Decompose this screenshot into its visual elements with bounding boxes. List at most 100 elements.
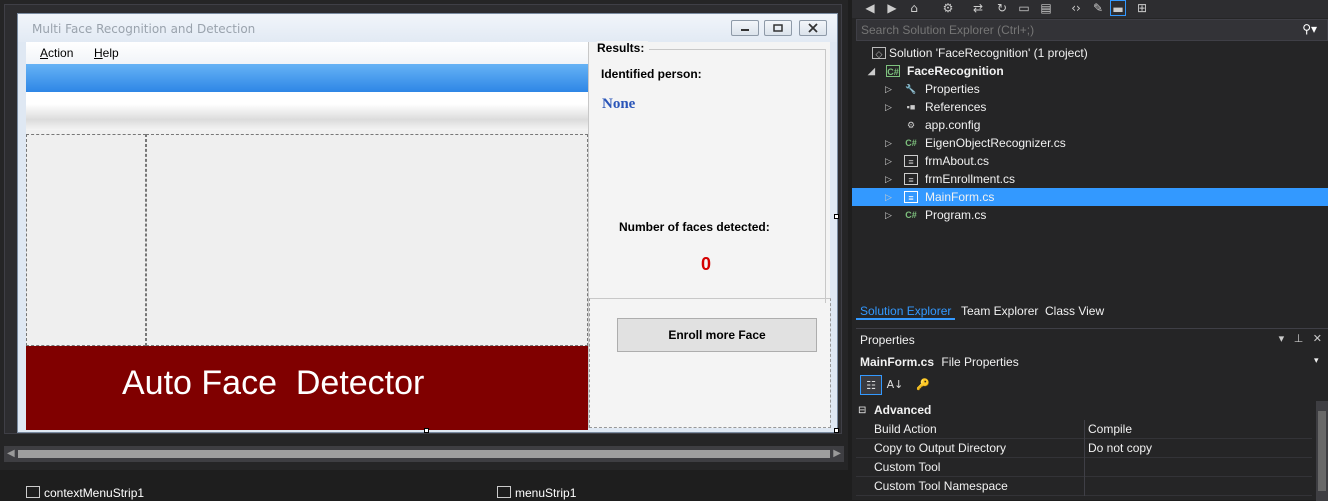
thumbnail-panel[interactable] [26, 134, 146, 346]
search-icon[interactable]: ⚲▾ [1302, 22, 1317, 36]
property-row[interactable]: Custom Tool Namespace [856, 477, 1312, 496]
tree-item-frm-about[interactable]: ▷ ≡ frmAbout.cs [852, 152, 1328, 170]
minimize-button[interactable] [731, 20, 759, 36]
collapsed-arrow-icon[interactable]: ▷ [885, 80, 895, 98]
tab-team-explorer[interactable]: Team Explorer [957, 302, 1042, 320]
form-window[interactable]: Multi Face Recognition and Detection Act… [17, 13, 838, 433]
scrollbar-thumb[interactable] [1318, 411, 1326, 491]
scrollbar-thumb[interactable] [18, 450, 830, 458]
form-file-icon: ≡ [904, 155, 918, 167]
tray-menu-strip[interactable]: menuStrip1 [497, 486, 576, 500]
close-icon[interactable]: ✕ [1313, 332, 1322, 345]
back-icon[interactable]: ◀ [862, 0, 878, 16]
sync-icon[interactable]: ⇄ [970, 0, 986, 16]
header-band [26, 64, 588, 92]
enroll-more-face-button[interactable]: Enroll more Face [617, 318, 817, 352]
collapsed-arrow-icon[interactable]: ▷ [885, 134, 895, 152]
view-code-icon[interactable]: ‹› [1068, 0, 1084, 16]
collapsed-arrow-icon[interactable]: ▷ [885, 170, 895, 188]
property-row[interactable]: Copy to Output Directory Do not copy [856, 439, 1312, 458]
results-groupbox: Results: Identified person: None Number … [588, 41, 831, 428]
resize-handle-right[interactable] [834, 214, 839, 219]
property-row[interactable]: Build Action Compile [856, 420, 1312, 439]
scroll-right-icon[interactable]: ▶ [833, 448, 841, 459]
form-file-icon: ≡ [904, 191, 918, 203]
config-file-icon: ⚙ [906, 120, 916, 130]
csharp-project-icon: C# [886, 65, 900, 77]
expanded-arrow-icon[interactable]: ◢ [868, 62, 878, 80]
categorized-icon[interactable]: ☷ [860, 375, 882, 395]
refresh-icon[interactable]: ↻ [994, 0, 1010, 16]
properties-vertical-scrollbar[interactable] [1316, 401, 1328, 501]
home-icon[interactable]: ⌂ [906, 0, 922, 16]
properties-title: Properties [860, 333, 915, 347]
property-category[interactable]: ⊟ Advanced [856, 401, 1312, 420]
tree-item-app-config[interactable]: ⚙ app.config [852, 116, 1328, 134]
collapse-all-icon[interactable]: ▭ [1016, 0, 1032, 16]
settings-icon[interactable]: ⚙ [940, 0, 956, 16]
alphabetical-icon[interactable]: A↓ [884, 375, 906, 395]
preview-icon[interactable]: ▬ [1110, 0, 1126, 16]
resize-handle-corner[interactable] [834, 428, 839, 433]
forward-icon[interactable]: ▶ [884, 0, 900, 16]
solution-search-input[interactable] [861, 23, 1291, 37]
maximize-button[interactable] [764, 20, 792, 36]
groupbox-border-right [825, 49, 826, 303]
close-icon [808, 23, 818, 33]
restore-icon [773, 24, 783, 32]
tree-item-solution[interactable]: ◇ Solution 'FaceRecognition' (1 project) [852, 44, 1328, 62]
menu-help[interactable]: Help [94, 46, 119, 60]
tree-item-properties[interactable]: ▷ 🔧 Properties [852, 80, 1328, 98]
scroll-left-icon[interactable]: ◀ [7, 448, 15, 459]
pin-icon[interactable]: ⊥ [1294, 332, 1304, 345]
collapsed-arrow-icon[interactable]: ▷ [885, 188, 895, 206]
tool-strip[interactable] [26, 104, 588, 130]
collapse-icon[interactable]: ⊟ [858, 401, 866, 420]
header-spacer [26, 92, 588, 104]
menu-strip-icon [497, 486, 511, 498]
tree-item-project[interactable]: ◢ C# FaceRecognition [852, 62, 1328, 80]
tree-item-eigen-recognizer[interactable]: ▷ C# EigenObjectRecognizer.cs [852, 134, 1328, 152]
property-row[interactable]: Custom Tool [856, 458, 1312, 477]
menu-strip: Action Help [26, 42, 588, 64]
dropdown-icon[interactable]: ▾ [1279, 332, 1285, 345]
show-all-files-icon[interactable]: ▤ [1038, 0, 1054, 16]
tree-item-main-form[interactable]: ▷ ≡ MainForm.cs [852, 188, 1328, 206]
tab-class-view[interactable]: Class View [1041, 302, 1108, 320]
properties-icon[interactable]: ✎ [1090, 0, 1106, 16]
tab-solution-explorer[interactable]: Solution Explorer [856, 302, 956, 320]
tree-item-program[interactable]: ▷ C# Program.cs [852, 206, 1328, 224]
form-titlebar[interactable]: Multi Face Recognition and Detection [18, 14, 837, 42]
collapsed-arrow-icon[interactable]: ▷ [885, 98, 895, 116]
column-separator [1084, 439, 1085, 458]
form-designer: Multi Face Recognition and Detection Act… [0, 0, 848, 500]
solution-explorer-toolbar: ◀ ▶ ⌂ ⚙ ⇄ ↻ ▭ ▤ ‹› ✎ ▬ ⊞ [852, 0, 1328, 18]
property-pages-icon[interactable]: 🔑 [912, 375, 934, 395]
tree-item-frm-enrollment[interactable]: ▷ ≡ frmEnrollment.cs [852, 170, 1328, 188]
csharp-file-icon: C# [905, 138, 917, 148]
tree-item-references[interactable]: ▷ ▪■ References [852, 98, 1328, 116]
collapsed-arrow-icon[interactable]: ▷ [885, 152, 895, 170]
faces-detected-value: 0 [701, 254, 712, 274]
close-button[interactable] [799, 20, 827, 36]
form-file-icon: ≡ [904, 173, 918, 185]
class-diagram-icon[interactable]: ⊞ [1134, 0, 1150, 16]
solution-search-box[interactable]: ⚲▾ [856, 19, 1328, 41]
resize-handle-bottom[interactable] [424, 428, 429, 433]
designer-horizontal-scrollbar[interactable]: ◀ ▶ [4, 446, 844, 462]
chevron-down-icon[interactable]: ▾ [1314, 355, 1319, 366]
camera-image-box[interactable] [146, 134, 588, 346]
banner-title: Auto Face Detector [122, 364, 425, 402]
groupbox-border [649, 49, 825, 50]
designer-canvas[interactable]: Multi Face Recognition and Detection Act… [4, 4, 842, 434]
tray-context-menu-strip[interactable]: contextMenuStrip1 [26, 486, 144, 500]
context-menu-icon [26, 486, 40, 498]
component-tray: contextMenuStrip1 menuStrip1 [0, 470, 848, 500]
object-name: MainForm.cs [860, 355, 935, 369]
collapsed-arrow-icon[interactable]: ▷ [885, 206, 895, 224]
title-banner: Auto Face Detector [26, 346, 588, 430]
menu-action[interactable]: Action [40, 46, 73, 60]
properties-object-selector[interactable]: MainForm.cs File Properties ▾ [860, 355, 1319, 369]
identified-person-label: Identified person: [601, 67, 702, 81]
column-separator [1084, 420, 1085, 439]
